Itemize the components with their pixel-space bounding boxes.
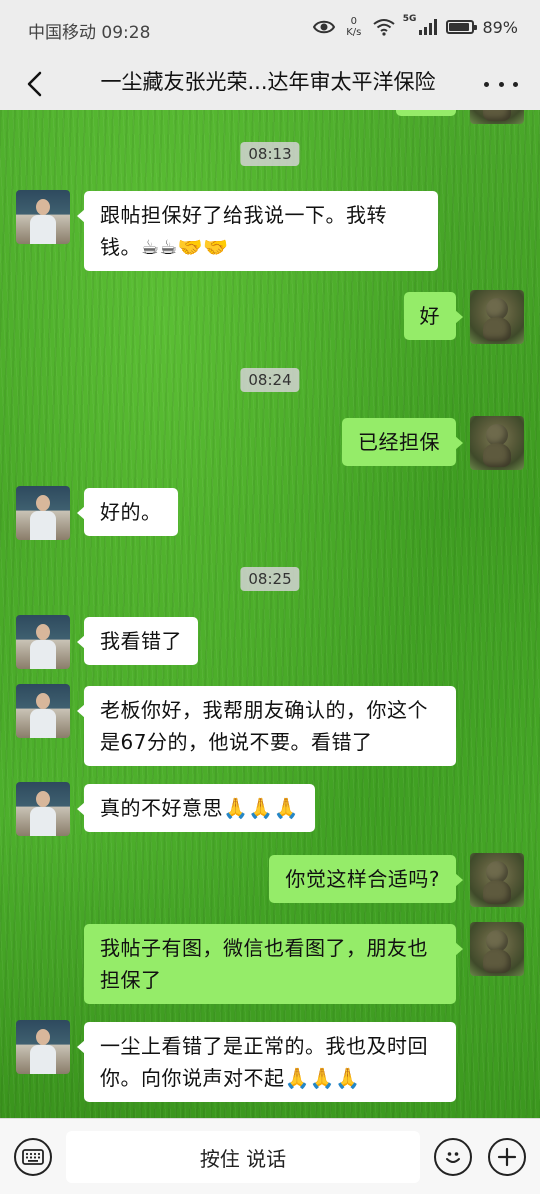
eye-icon <box>312 20 335 34</box>
contact-avatar[interactable] <box>16 190 70 244</box>
emoji-button[interactable] <box>434 1138 472 1176</box>
chat-header: 一尘藏友张光荣...达年审太平洋保险 <box>0 58 540 110</box>
my-avatar[interactable] <box>470 416 524 470</box>
partial-avatar <box>470 110 524 124</box>
keyboard-toggle-button[interactable] <box>14 1138 52 1176</box>
input-bar: 按住 说话 <box>0 1118 540 1194</box>
battery-icon <box>446 20 478 34</box>
message-bubble[interactable]: 一尘上看错了是正常的。我也及时回你。向你说声对不起🙏🙏🙏 <box>77 1022 456 1102</box>
contact-avatar[interactable] <box>16 1020 70 1074</box>
partial-bubble <box>396 110 456 116</box>
message-bubble[interactable]: 我看错了 <box>77 617 198 665</box>
time-stamp: 08:25 <box>240 567 300 591</box>
more-options-icon[interactable] <box>484 70 518 98</box>
carrier-time: 中国移动 09:28 <box>28 23 151 43</box>
message-bubble[interactable]: 好的。 <box>77 488 178 536</box>
my-avatar[interactable] <box>470 853 524 907</box>
message-bubble[interactable]: 跟帖担保好了给我说一下。我转钱。☕☕🤝🤝 <box>77 191 438 271</box>
contact-avatar[interactable] <box>16 782 70 836</box>
network-type: 5G <box>402 14 417 24</box>
status-icons: 0 K/s 5G 89% <box>312 14 518 38</box>
plus-icon <box>497 1147 517 1167</box>
message-bubble[interactable]: 我帖子有图，微信也看图了，朋友也担保了 <box>84 924 463 1004</box>
message-bubble[interactable]: 已经担保 <box>342 418 463 466</box>
net-speed-unit: K/s <box>346 27 362 38</box>
time-stamp: 08:24 <box>240 368 300 392</box>
my-avatar[interactable] <box>470 922 524 976</box>
message-bubble[interactable]: 你觉这样合适吗? <box>269 855 463 903</box>
contact-avatar[interactable] <box>16 684 70 738</box>
smiley-icon <box>446 1152 460 1163</box>
message-bubble[interactable]: 真的不好意思🙏🙏🙏 <box>76 784 316 832</box>
message-bubble[interactable]: 老板你好，我帮朋友确认的，你这个是67分的，他说不要。看错了 <box>77 686 456 766</box>
status-bar: 中国移动 09:28 0 K/s 5G 89% <box>0 0 540 58</box>
contact-avatar[interactable] <box>16 615 70 669</box>
time-stamp: 08:13 <box>240 142 300 166</box>
back-arrow-icon[interactable] <box>22 68 52 100</box>
message-bubble[interactable]: 好 <box>403 292 463 340</box>
signal-icon <box>419 19 438 35</box>
net-speed-value: 0 <box>350 16 357 27</box>
message-list[interactable]: 08:13 跟帖担保好了给我说一下。我转钱。☕☕🤝🤝 好 08:24 已经担保 … <box>0 110 540 1118</box>
more-functions-button[interactable] <box>488 1138 526 1176</box>
net-speed: 0 K/s <box>343 16 365 38</box>
wifi-icon <box>373 19 395 36</box>
my-avatar[interactable] <box>470 290 524 344</box>
chat-title: 一尘藏友张光荣...达年审太平洋保险 <box>100 70 436 94</box>
hold-to-talk-button[interactable]: 按住 说话 <box>66 1131 420 1183</box>
contact-avatar[interactable] <box>16 486 70 540</box>
keyboard-icon <box>22 1149 44 1165</box>
battery-level: 89% <box>482 17 518 37</box>
